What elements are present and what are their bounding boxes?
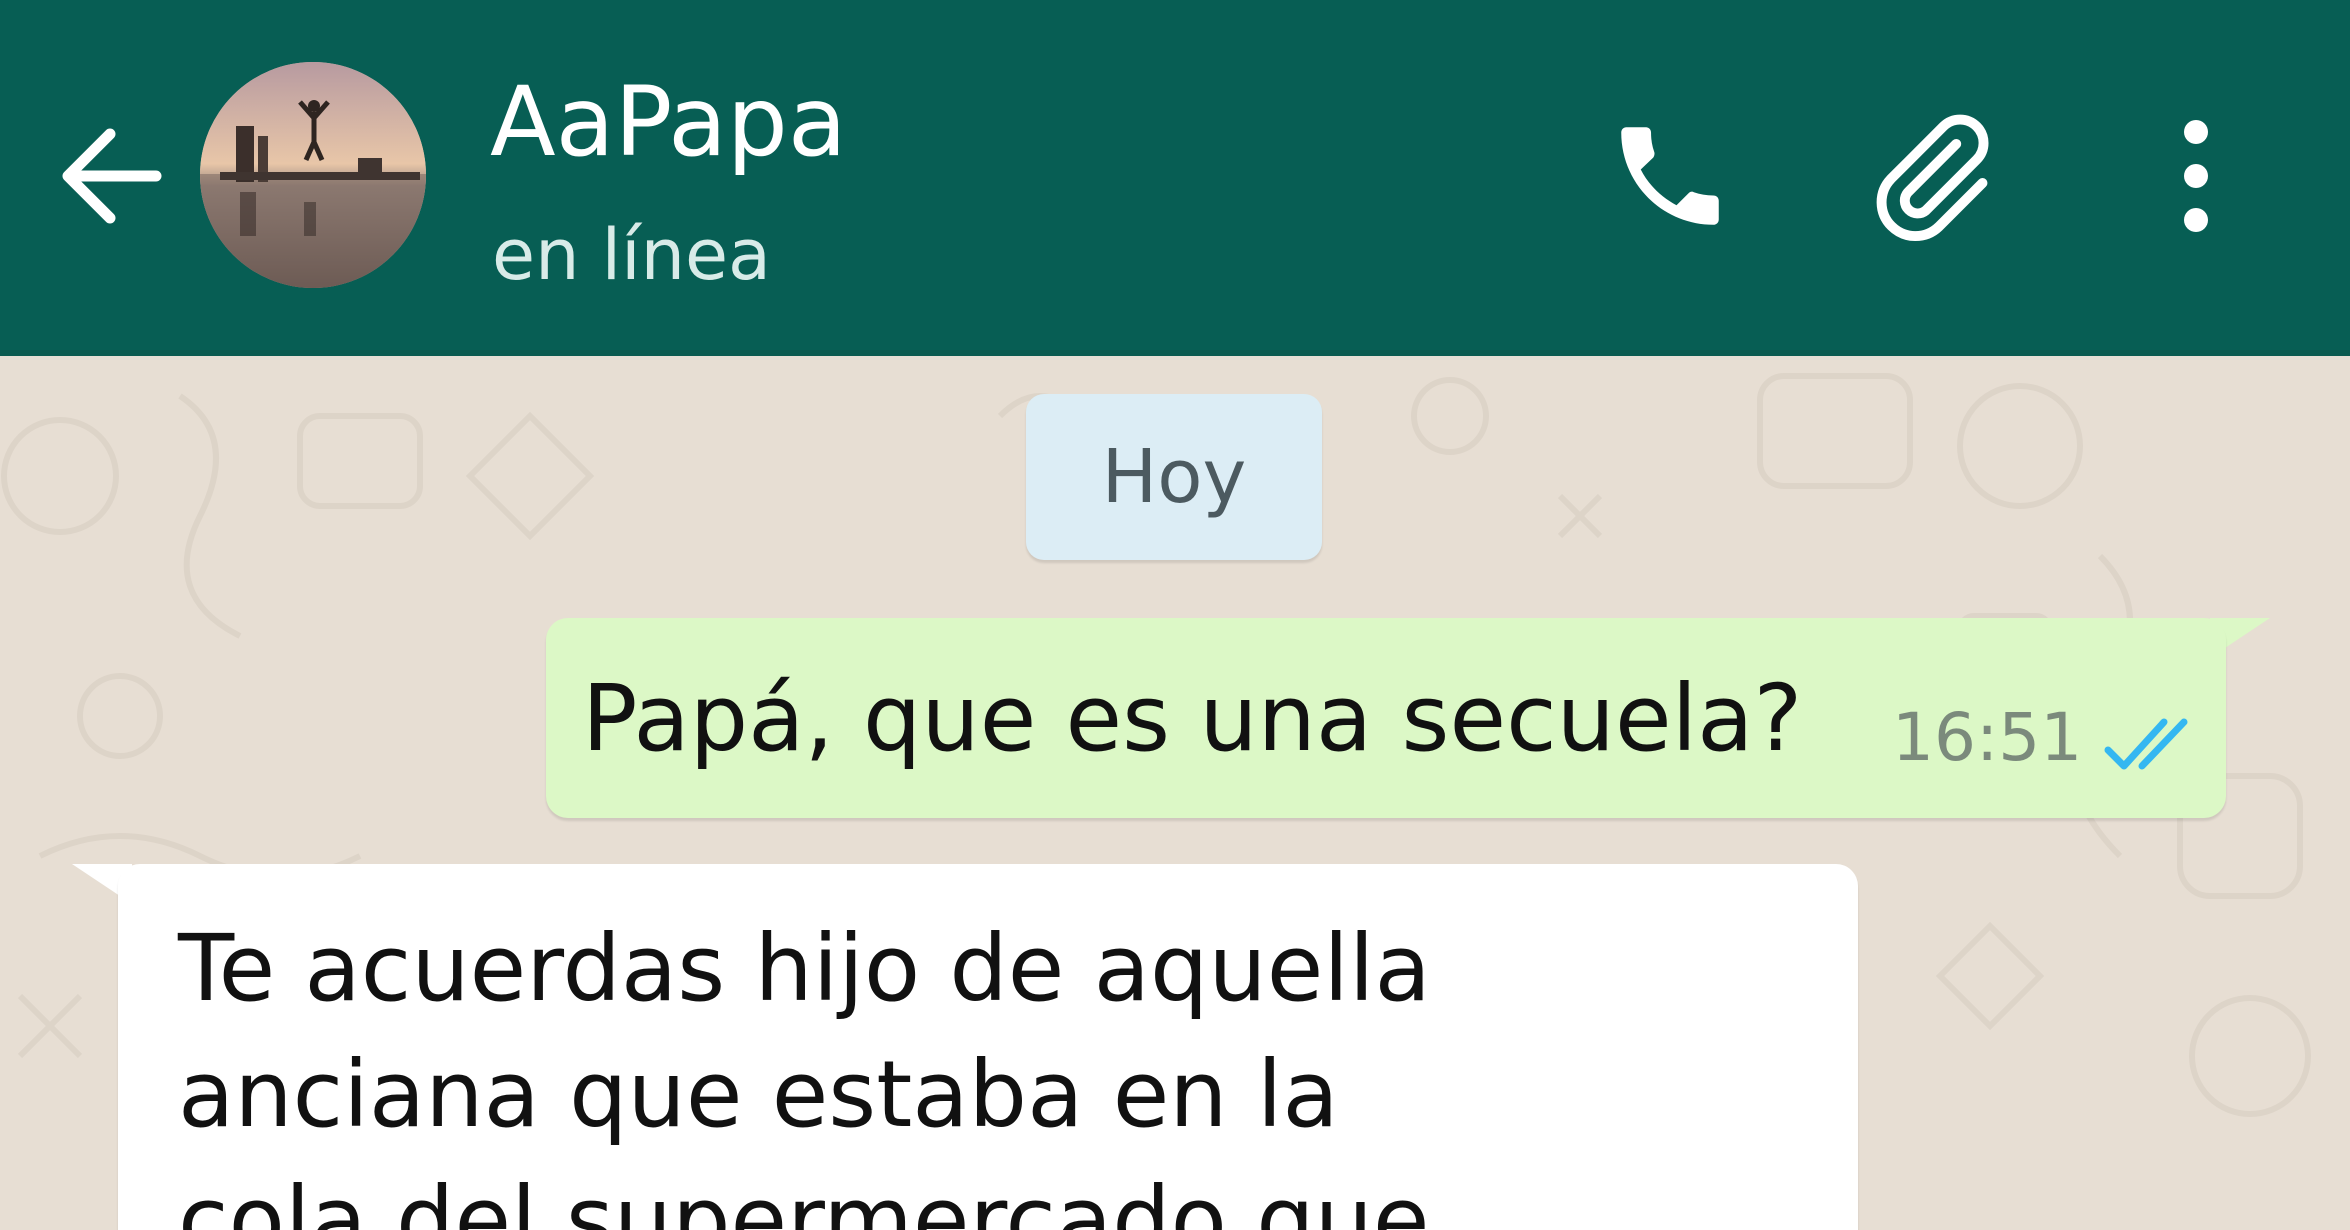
arrow-left-icon xyxy=(62,128,162,224)
phone-icon xyxy=(1621,127,1719,225)
message-text: Te acuerdas hijo de aquella anciana que … xyxy=(178,906,1431,1230)
contact-name[interactable]: AaPapa xyxy=(490,62,847,182)
back-button[interactable] xyxy=(56,120,168,232)
date-separator: Hoy xyxy=(1026,394,1322,560)
contact-avatar[interactable] xyxy=(200,62,426,288)
contact-status: en línea xyxy=(492,214,771,296)
more-options-button[interactable] xyxy=(2126,106,2266,246)
message-text: Papá, que es una secuela? xyxy=(582,665,1803,772)
message-line: anciana que estaba en la xyxy=(178,1041,1339,1148)
avatar-photo xyxy=(200,62,426,288)
paperclip-icon xyxy=(1876,114,1989,241)
date-label: Hoy xyxy=(1101,434,1247,520)
outgoing-message[interactable]: Papá, que es una secuela? 16:51 xyxy=(546,618,2226,818)
chat-area[interactable]: Hoy Papá, que es una secuela? 16:51 Te a… xyxy=(0,356,2350,1230)
message-line: Te acuerdas hijo de aquella xyxy=(178,915,1431,1022)
message-time: 16:51 xyxy=(1892,699,2083,776)
double-check-icon xyxy=(2104,718,2188,770)
whatsapp-chat-screen: AaPapa en línea Hoy Papá, que es una sec… xyxy=(0,0,2350,1230)
call-button[interactable] xyxy=(1600,106,1740,246)
more-vertical-icon xyxy=(2184,120,2208,232)
attach-button[interactable] xyxy=(1860,106,2000,246)
message-line: cola del supermercado que xyxy=(178,1167,1430,1230)
incoming-message[interactable]: Te acuerdas hijo de aquella anciana que … xyxy=(118,864,1858,1230)
chat-header: AaPapa en línea xyxy=(0,0,2350,356)
